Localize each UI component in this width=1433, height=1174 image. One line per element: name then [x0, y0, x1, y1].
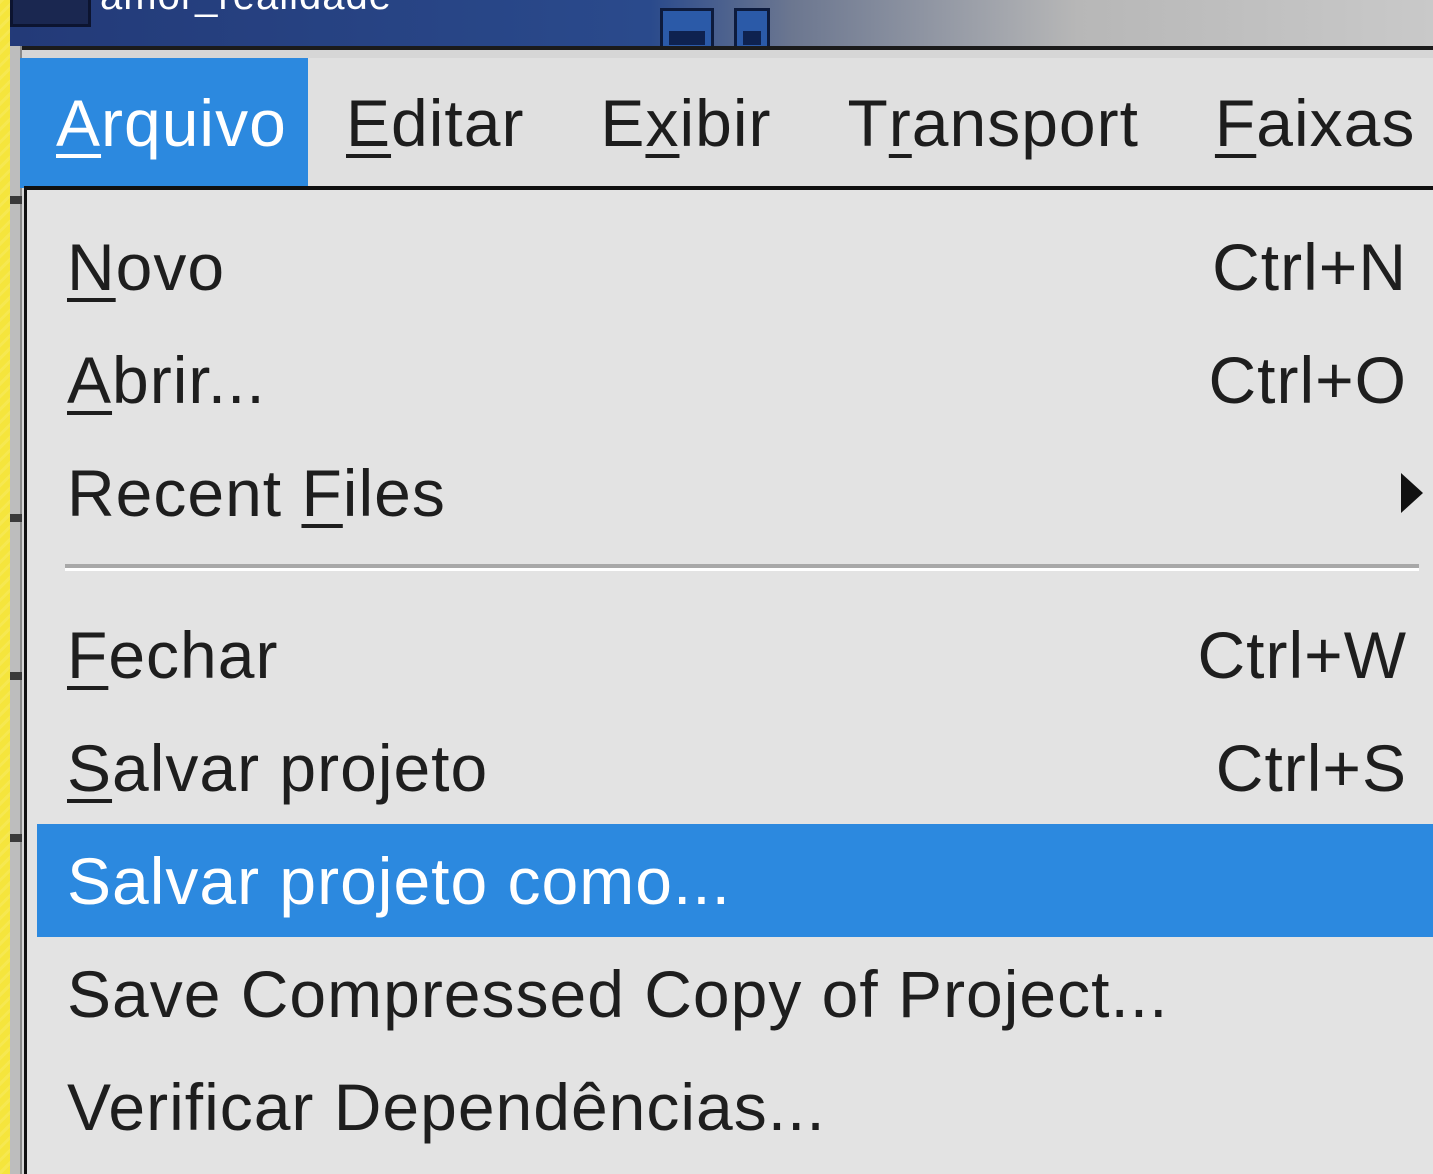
window-titlebar[interactable]: amor_realidade: [10, 0, 1433, 50]
label-post: echar: [108, 617, 279, 692]
shortcut-label: Ctrl+O: [1208, 342, 1407, 417]
maximize-button[interactable]: [734, 8, 770, 46]
label-post: ovo: [115, 229, 226, 304]
menu-item-label: Salvar projeto: [67, 730, 488, 806]
menu-mnemonic: r: [888, 86, 912, 160]
menu-label-pre: E: [600, 86, 646, 160]
menu-item-label: Salvar projeto como...: [67, 843, 731, 918]
menu-item-abrir[interactable]: Abrir... Ctrl+O: [37, 323, 1433, 436]
menu-item-novo[interactable]: Novo Ctrl+N: [37, 210, 1433, 323]
minimize-icon: [669, 31, 705, 45]
menu-label-post: ditar: [391, 86, 525, 160]
menu-item-recent-files[interactable]: Recent Files: [37, 436, 1433, 549]
submenu-arrow-icon: [1401, 472, 1423, 513]
menu-item-label: Verificar Dependências...: [67, 1069, 826, 1144]
menu-item-label: Abrir...: [67, 342, 266, 418]
menu-mnemonic: F: [1214, 86, 1257, 160]
menubar: Arquivo Editar Ex ibir Tr ansport Faixas: [20, 58, 1433, 188]
label-pre: Recent: [67, 455, 302, 530]
label-post: brir...: [112, 342, 266, 417]
frame-tick: [10, 196, 22, 204]
minimize-button[interactable]: [660, 8, 714, 46]
window-left-border: [10, 46, 22, 1174]
label-mnemonic: S: [67, 730, 113, 805]
frame-tick: [10, 834, 22, 842]
shortcut-label: Ctrl+S: [1215, 730, 1407, 805]
frame-tick: [10, 672, 22, 680]
menu-item-salvar-projeto[interactable]: Salvar projeto Ctrl+S: [37, 711, 1433, 824]
label-post: alvar projeto: [112, 730, 489, 805]
shortcut-label: Ctrl+N: [1212, 229, 1407, 304]
window-title: amor_realidade: [100, 0, 392, 19]
label-mnemonic: N: [67, 229, 116, 304]
menu-label-post: rquivo: [101, 86, 287, 160]
menu-editar[interactable]: Editar: [308, 58, 562, 188]
menu-item-fechar[interactable]: Fechar Ctrl+W: [37, 598, 1433, 711]
menu-transport[interactable]: Tr ansport: [809, 58, 1176, 188]
label-mnemonic: F: [301, 455, 343, 530]
menu-label-post: aixas: [1256, 86, 1416, 160]
menu-item-label: Novo: [67, 229, 225, 305]
menu-mnemonic: x: [645, 86, 680, 160]
shortcut-label: Ctrl+W: [1197, 617, 1407, 692]
label-post: iles: [342, 455, 446, 530]
menu-item-salvar-projeto-como[interactable]: Salvar projeto como...: [37, 824, 1433, 937]
frame-tick: [10, 514, 22, 522]
menu-item-label: Recent Files: [67, 455, 446, 531]
arquivo-dropdown-menu: Novo Ctrl+N Abrir... Ctrl+O Recent Files…: [24, 186, 1433, 1174]
menu-label-post: ansport: [911, 86, 1139, 160]
titlebar-tab: [10, 0, 91, 27]
menu-label-pre: T: [847, 86, 889, 160]
menu-arquivo[interactable]: Arquivo: [20, 58, 308, 188]
menu-separator: [65, 564, 1419, 571]
menu-mnemonic: E: [346, 86, 392, 160]
menu-item-label: Save Compressed Copy of Project...: [67, 956, 1169, 1031]
menu-label-post: ibir: [679, 86, 772, 160]
menu-item-verificar-dependencias[interactable]: Verificar Dependências...: [37, 1050, 1433, 1163]
maximize-icon: [743, 31, 761, 45]
menu-item-save-compressed-copy[interactable]: Save Compressed Copy of Project...: [37, 937, 1433, 1050]
label-mnemonic: F: [67, 617, 109, 692]
menu-faixas[interactable]: Faixas: [1177, 58, 1433, 188]
menu-mnemonic: A: [56, 86, 102, 160]
menu-item-label: Fechar: [67, 617, 278, 693]
label-mnemonic: A: [67, 342, 113, 417]
menu-exibir[interactable]: Ex ibir: [562, 58, 809, 188]
